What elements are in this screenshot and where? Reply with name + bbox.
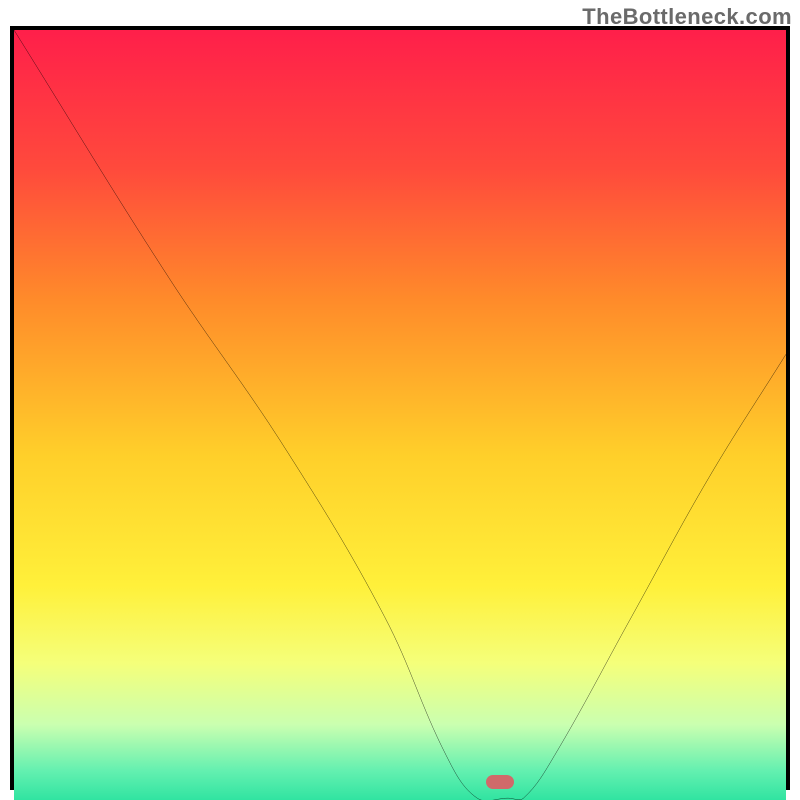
bottleneck-curve bbox=[14, 30, 786, 800]
plot-area bbox=[10, 26, 790, 790]
optimum-marker bbox=[486, 775, 514, 789]
chart-stage: TheBottleneck.com bbox=[0, 0, 800, 800]
